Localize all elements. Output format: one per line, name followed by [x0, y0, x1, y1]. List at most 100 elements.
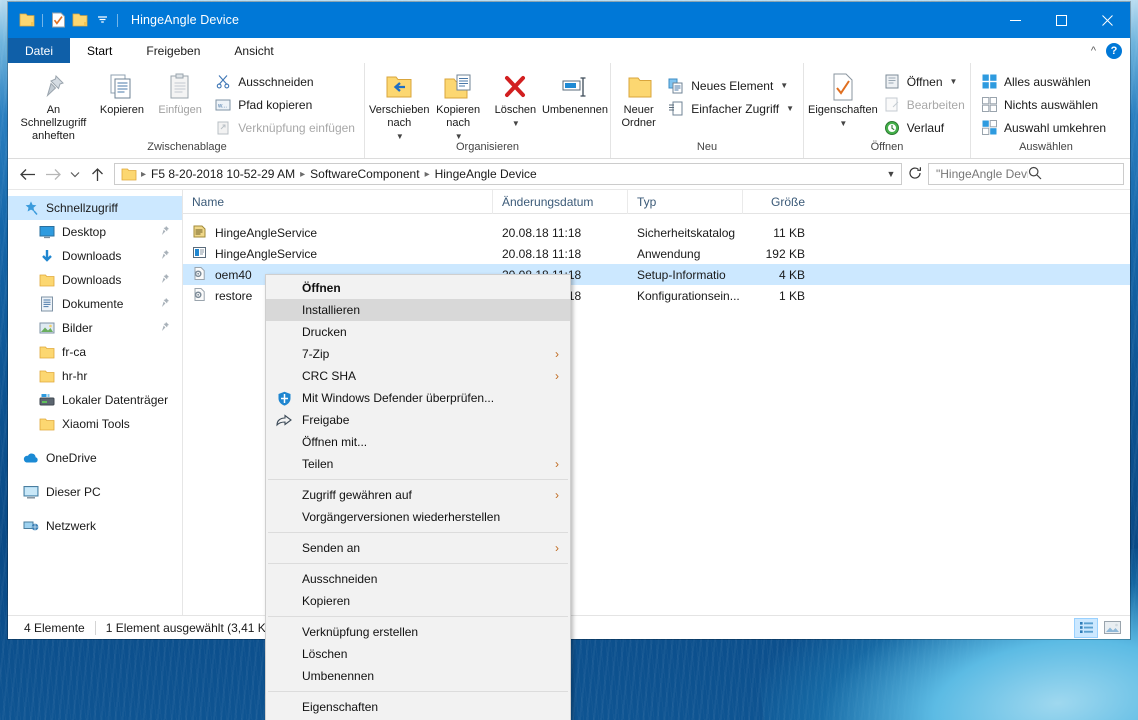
context-menu-item-zugriff-gewaehren[interactable]: Zugriff gewähren auf ›	[266, 484, 570, 506]
chevron-down-icon[interactable]: ▼	[883, 169, 899, 179]
sidebar-item-downloads-folder[interactable]: Downloads	[8, 268, 182, 292]
sidebar-item-bilder[interactable]: Bilder	[8, 316, 182, 340]
context-menu-item-windows-defender[interactable]: Mit Windows Defender überprüfen...	[266, 387, 570, 409]
chevron-down-icon[interactable]	[91, 9, 113, 31]
table-row[interactable]: HingeAngleService 20.08.18 11:18 Sicherh…	[183, 222, 1130, 243]
column-header-date[interactable]: Änderungsdatum	[493, 190, 628, 214]
column-header-name[interactable]: ^ Name	[183, 190, 493, 214]
pin-icon[interactable]	[159, 321, 170, 335]
context-menu-item-kopieren[interactable]: Kopieren	[266, 590, 570, 612]
sidebar-item-lokaler-datentraeger[interactable]: Lokaler Datenträger	[8, 388, 182, 412]
select-none-button[interactable]: Nichts auswählen	[975, 93, 1111, 116]
context-menu-item-oeffnen-mit[interactable]: Öffnen mit...	[266, 431, 570, 453]
context-menu-item-loeschen[interactable]: Löschen	[266, 643, 570, 665]
new-folder-button[interactable]: Neuer Ordner	[615, 66, 662, 130]
sidebar-item-onedrive[interactable]: OneDrive	[8, 446, 182, 470]
sidebar-item-dieser-pc[interactable]: Dieser PC	[8, 480, 182, 504]
close-button[interactable]	[1084, 2, 1130, 38]
pin-icon[interactable]	[159, 297, 170, 311]
history-button[interactable]: Verlauf	[878, 116, 970, 139]
context-menu-item-vorgaengerversionen[interactable]: Vorgängerversionen wiederherstellen	[266, 506, 570, 528]
breadcrumb-item-2[interactable]: HingeAngle Device	[432, 167, 540, 181]
large-icons-view-button[interactable]	[1100, 618, 1124, 638]
details-view-button[interactable]	[1074, 617, 1098, 638]
tab-start[interactable]: Start	[70, 38, 130, 63]
context-menu-item-teilen[interactable]: Teilen ›	[266, 453, 570, 475]
folder-icon[interactable]	[16, 9, 38, 31]
pin-icon[interactable]	[159, 225, 170, 239]
properties-checkmark-icon[interactable]	[47, 9, 69, 31]
tab-datei[interactable]: Datei	[8, 38, 71, 63]
chevron-down-icon[interactable]: ▼	[786, 104, 794, 113]
copy-to-button[interactable]: Kopieren nach ▼	[430, 66, 487, 143]
back-button[interactable]	[14, 162, 40, 186]
breadcrumb-item-1[interactable]: SoftwareComponent	[307, 167, 422, 181]
sidebar-item-downloads[interactable]: Downloads	[8, 244, 182, 268]
paste-button[interactable]: Einfügen	[151, 66, 209, 117]
sidebar-item-netzwerk[interactable]: Netzwerk	[8, 514, 182, 538]
refresh-button[interactable]	[904, 166, 926, 183]
context-menu-item-freigabe[interactable]: Freigabe	[266, 409, 570, 431]
open-button[interactable]: Öffnen ▼	[878, 70, 970, 93]
copy-path-button[interactable]: w... Pfad kopieren	[209, 93, 360, 116]
minimize-button[interactable]	[992, 2, 1038, 38]
move-to-button[interactable]: Verschieben nach ▼	[369, 66, 430, 143]
pin-icon[interactable]	[159, 273, 170, 287]
sidebar-item-dokumente[interactable]: Dokumente	[8, 292, 182, 316]
share-icon	[275, 411, 293, 429]
pin-icon[interactable]	[159, 249, 170, 263]
context-menu-item-eigenschaften[interactable]: Eigenschaften	[266, 696, 570, 718]
easy-access-button[interactable]: Einfacher Zugriff ▼	[662, 97, 799, 120]
rename-button[interactable]: Umbenennen	[542, 66, 608, 117]
context-menu-item-verknuepfung-erstellen[interactable]: Verknüpfung erstellen	[266, 621, 570, 643]
recent-locations-button[interactable]	[66, 162, 84, 186]
context-menu-item-umbenennen[interactable]: Umbenennen	[266, 665, 570, 687]
context-menu-item-7zip[interactable]: 7-Zip ›	[266, 343, 570, 365]
tab-ansicht[interactable]: Ansicht	[217, 38, 291, 63]
column-header-size[interactable]: Größe	[743, 190, 815, 214]
context-menu-item-crc-sha[interactable]: CRC SHA ›	[266, 365, 570, 387]
up-button[interactable]	[84, 162, 110, 186]
paste-shortcut-button[interactable]: Verknüpfung einfügen	[209, 116, 360, 139]
cut-button[interactable]: Ausschneiden	[209, 70, 360, 93]
chevron-down-icon[interactable]: ▼	[839, 117, 847, 130]
folder-icon[interactable]	[69, 9, 91, 31]
help-icon[interactable]: ?	[1106, 42, 1122, 59]
properties-button[interactable]: Eigenschaften ▼	[808, 66, 878, 130]
chevron-up-icon[interactable]: ^	[1091, 45, 1096, 57]
file-name: HingeAngleService	[215, 246, 318, 261]
new-item-button[interactable]: Neues Element ▼	[662, 74, 799, 97]
title-bar: HingeAngle Device	[8, 2, 1130, 38]
breadcrumb-separator[interactable]: ▸	[423, 169, 432, 180]
chevron-down-icon[interactable]: ▼	[950, 77, 958, 86]
invert-selection-button[interactable]: Auswahl umkehren	[975, 116, 1111, 139]
context-menu-item-ausschneiden[interactable]: Ausschneiden	[266, 568, 570, 590]
sidebar-item-schnellzugriff[interactable]: Schnellzugriff	[8, 196, 182, 220]
breadcrumb[interactable]: ▸ F5 8-20-2018 10-52-29 AM ▸ SoftwareCom…	[114, 163, 902, 185]
context-menu-item-installieren[interactable]: Installieren	[266, 299, 570, 321]
breadcrumb-separator[interactable]: ▸	[298, 169, 307, 180]
delete-button[interactable]: Löschen ▼	[487, 66, 544, 130]
search-input[interactable]: "HingeAngle Device" durchsu...	[928, 163, 1124, 185]
chevron-down-icon[interactable]: ▼	[512, 117, 520, 130]
forward-button[interactable]	[40, 162, 66, 186]
tab-freigeben[interactable]: Freigeben	[129, 38, 218, 63]
select-all-button[interactable]: Alles auswählen	[975, 70, 1111, 93]
context-menu-item-senden-an[interactable]: Senden an ›	[266, 537, 570, 559]
context-menu-item-oeffnen[interactable]: Öffnen	[266, 277, 570, 299]
chevron-down-icon[interactable]: ▼	[780, 81, 788, 90]
maximize-button[interactable]	[1038, 2, 1084, 38]
context-menu-item-drucken[interactable]: Drucken	[266, 321, 570, 343]
sidebar-item-xiaomi-tools[interactable]: Xiaomi Tools	[8, 412, 182, 436]
pin-to-quick-access-button[interactable]: An Schnellzugriff anheften	[14, 66, 93, 143]
edit-button[interactable]: Bearbeiten	[878, 93, 970, 116]
column-header-type[interactable]: Typ	[628, 190, 743, 214]
sidebar-item-hr-hr[interactable]: hr-hr	[8, 364, 182, 388]
table-row[interactable]: HingeAngleService 20.08.18 11:18 Anwendu…	[183, 243, 1130, 264]
sidebar-item-desktop[interactable]: Desktop	[8, 220, 182, 244]
sidebar-item-fr-ca[interactable]: fr-ca	[8, 340, 182, 364]
search-icon[interactable]	[1028, 166, 1120, 183]
breadcrumb-item-0[interactable]: F5 8-20-2018 10-52-29 AM	[148, 167, 298, 181]
menu-label: Löschen	[302, 647, 348, 661]
copy-button[interactable]: Kopieren	[93, 66, 151, 117]
